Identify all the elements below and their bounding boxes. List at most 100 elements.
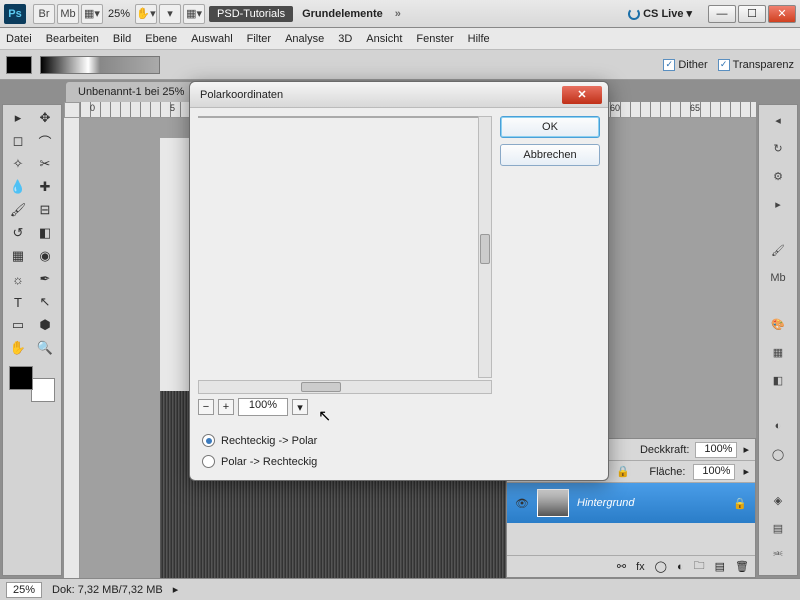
dialog-close-button[interactable]: ✕ xyxy=(562,86,602,104)
mask-icon[interactable]: ◯ xyxy=(766,443,790,465)
eyedropper-tool[interactable]: 💧 xyxy=(5,176,31,198)
group-icon[interactable]: 🗀 xyxy=(694,557,705,576)
zoom-value[interactable]: 100% xyxy=(238,398,288,416)
minimize-button[interactable]: — xyxy=(708,5,736,23)
collapse-icon[interactable]: ◂ xyxy=(766,109,790,131)
preview-scrollbar-h[interactable] xyxy=(198,380,492,394)
play-icon[interactable]: ▸ xyxy=(766,193,790,215)
brush-panel-icon[interactable]: 🖌 xyxy=(766,239,790,261)
channels-icon[interactable]: ▤ xyxy=(766,517,790,539)
pen-tool[interactable]: ✒ xyxy=(32,268,58,290)
heal-tool[interactable]: ✚ xyxy=(32,176,58,198)
blur-tool[interactable]: ◉ xyxy=(32,245,58,267)
menu-ansicht[interactable]: Ansicht xyxy=(366,33,402,45)
move-tool[interactable]: ✥ xyxy=(32,107,58,129)
radio-polar-to-rect[interactable]: Polar -> Rechteckig xyxy=(202,455,488,468)
crop-tool[interactable]: ✂ xyxy=(32,153,58,175)
wand-tool[interactable]: ✧ xyxy=(5,153,31,175)
layer-thumbnail[interactable] xyxy=(537,489,569,517)
menu-analyse[interactable]: Analyse xyxy=(285,33,324,45)
preview-scrollbar-v[interactable] xyxy=(478,116,492,378)
ok-button[interactable]: OK xyxy=(500,116,600,138)
fg-color[interactable] xyxy=(9,366,33,390)
menu-fenster[interactable]: Fenster xyxy=(416,33,453,45)
arrange-button[interactable]: ▾ xyxy=(159,4,181,24)
history-brush-tool[interactable]: ↺ xyxy=(5,222,31,244)
hand-tool[interactable]: ✋ xyxy=(5,337,31,359)
close-button[interactable]: ✕ xyxy=(768,5,796,23)
menu-datei[interactable]: Datei xyxy=(6,33,32,45)
layer-row-background[interactable]: 👁 Hintergrund 🔒 xyxy=(507,483,755,523)
document-tab[interactable]: Unbenannt-1 bei 25% × xyxy=(66,82,209,102)
zoom-display[interactable]: 25% xyxy=(104,8,134,20)
3d-tool[interactable]: ⬢ xyxy=(32,314,58,336)
bg-color[interactable] xyxy=(31,378,55,402)
mb-icon[interactable]: Mb xyxy=(766,267,790,289)
bridge-button[interactable]: Br xyxy=(33,4,55,24)
new-layer-icon[interactable]: ▤ xyxy=(715,560,725,573)
trash-icon[interactable]: 🗑 xyxy=(735,560,749,573)
adjust-icon[interactable]: ◐ xyxy=(766,415,790,437)
hand-button[interactable]: ✋▾ xyxy=(135,4,157,24)
lasso-tool[interactable]: ⌒ xyxy=(32,130,58,152)
dodge-tool[interactable]: ☼ xyxy=(5,268,31,290)
mask-add-icon[interactable]: ◯ xyxy=(655,560,667,573)
type-tool[interactable]: T xyxy=(5,291,31,313)
workspace-badge-2[interactable]: Grundelemente xyxy=(296,6,389,22)
menu-hilfe[interactable]: Hilfe xyxy=(468,33,490,45)
fill-flyout-icon[interactable]: ▸ xyxy=(743,465,749,478)
zoom-out-button[interactable]: − xyxy=(198,399,214,415)
paths-icon[interactable]: ⎃ xyxy=(766,545,790,567)
minibridge-button[interactable]: Mb xyxy=(57,4,79,24)
radio-rect-to-polar[interactable]: Rechteckig -> Polar xyxy=(202,434,488,447)
fx-icon[interactable]: fx xyxy=(636,561,645,573)
styles-icon[interactable]: ▦ xyxy=(766,341,790,363)
brush-tool[interactable]: 🖌 xyxy=(5,199,31,221)
shape-tool[interactable]: ▭ xyxy=(5,314,31,336)
actions-icon[interactable]: ⚙ xyxy=(766,165,790,187)
color-icon[interactable]: ◧ xyxy=(766,369,790,391)
path-tool[interactable]: ↖ xyxy=(32,291,58,313)
gradient-picker[interactable] xyxy=(40,56,160,74)
marquee-tool[interactable]: ◻ xyxy=(5,130,31,152)
menu-ebene[interactable]: Ebene xyxy=(145,33,177,45)
menu-3d[interactable]: 3D xyxy=(338,33,352,45)
dialog-titlebar[interactable]: Polarkoordinaten ✕ xyxy=(190,82,608,108)
maximize-button[interactable]: ☐ xyxy=(738,5,766,23)
opacity-input[interactable]: 100% xyxy=(695,442,737,458)
swatches-icon[interactable]: 🎨 xyxy=(766,313,790,335)
lock-all-icon[interactable]: 🔒 xyxy=(616,465,630,478)
filter-preview[interactable] xyxy=(198,116,478,118)
zoom-dropdown[interactable]: ▾ xyxy=(292,399,308,415)
extras-button[interactable]: ▦▾ xyxy=(183,4,205,24)
screenmode-button[interactable]: ▦▾ xyxy=(81,4,103,24)
expand-icon[interactable]: ▸ xyxy=(5,107,31,129)
lock-icon: 🔒 xyxy=(733,497,747,510)
cancel-button[interactable]: Abbrechen xyxy=(500,144,600,166)
menu-bild[interactable]: Bild xyxy=(113,33,131,45)
transparency-checkbox[interactable]: ✓Transparenz xyxy=(718,59,794,71)
cslive-button[interactable]: CS Live▾ xyxy=(628,7,692,20)
menu-bearbeiten[interactable]: Bearbeiten xyxy=(46,33,99,45)
zoom-in-button[interactable]: + xyxy=(218,399,234,415)
adjustment-icon[interactable]: ◐ xyxy=(677,561,684,573)
fill-input[interactable]: 100% xyxy=(693,464,735,480)
zoom-tool[interactable]: 🔍 xyxy=(32,337,58,359)
menu-auswahl[interactable]: Auswahl xyxy=(191,33,233,45)
status-zoom[interactable]: 25% xyxy=(6,582,42,598)
stamp-tool[interactable]: ⊟ xyxy=(32,199,58,221)
layers-icon[interactable]: ◈ xyxy=(766,489,790,511)
visibility-icon[interactable]: 👁 xyxy=(515,497,529,510)
color-swatches[interactable] xyxy=(5,364,59,404)
workspace-more-icon[interactable]: » xyxy=(395,8,401,20)
link-icon[interactable]: ⚯ xyxy=(617,560,626,573)
menu-filter[interactable]: Filter xyxy=(247,33,271,45)
tool-preset[interactable] xyxy=(6,56,32,74)
gradient-tool[interactable]: ▦ xyxy=(5,245,31,267)
eraser-tool[interactable]: ◧ xyxy=(32,222,58,244)
dither-checkbox[interactable]: ✓Dither xyxy=(663,59,707,71)
history-icon[interactable]: ↻ xyxy=(766,137,790,159)
opacity-flyout-icon[interactable]: ▸ xyxy=(743,443,749,456)
workspace-badge-1[interactable]: PSD-Tutorials xyxy=(209,6,293,22)
status-flyout-icon[interactable]: ▸ xyxy=(173,583,179,596)
